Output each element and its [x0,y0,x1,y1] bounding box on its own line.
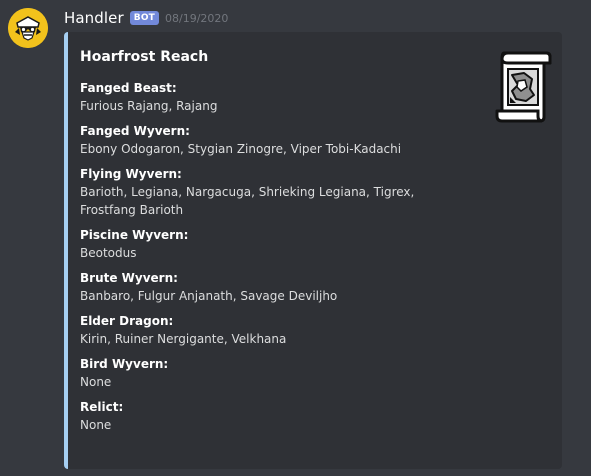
field-value: Furious Rajang, Rajang [80,99,218,113]
field-value: Beotodus [80,246,137,260]
field-value: None [80,375,112,389]
embed-field: Elder Dragon: Kirin, Ruiner Nergigante, … [80,312,480,348]
username[interactable]: Handler [64,9,124,27]
embed-title: Hoarfrost Reach [80,49,209,65]
embed-field: Relict: None [80,398,480,434]
field-value: Ebony Odogaron, Stygian Zinogre, Viper T… [80,142,402,156]
field-name: Elder Dragon: [80,314,174,328]
field-value: Banbaro, Fulgur Anjanath, Savage Deviljh… [80,289,338,303]
field-name: Flying Wyvern: [80,167,182,181]
embed-fields: Fanged Beast: Furious Rajang, Rajang Fan… [80,79,480,441]
region-map-icon[interactable] [494,47,552,127]
field-name: Fanged Beast: [80,81,177,95]
embed-field: Brute Wyvern: Banbaro, Fulgur Anjanath, … [80,269,480,305]
field-value: Barioth, Legiana, Nargacuga, Shrieking L… [80,185,415,217]
field-name: Relict: [80,400,124,414]
bot-badge: BOT [129,11,160,25]
field-name: Fanged Wyvern: [80,124,190,138]
embed-field: Fanged Wyvern: Ebony Odogaron, Stygian Z… [80,122,480,158]
embed-field: Flying Wyvern: Barioth, Legiana, Nargacu… [80,165,480,219]
timestamp[interactable]: 08/19/2020 [165,11,228,25]
field-name: Piscine Wyvern: [80,228,189,242]
embed-field: Piscine Wyvern: Beotodus [80,226,480,262]
message-header: Handler BOT 08/19/2020 [64,7,228,29]
handler-avatar-icon[interactable] [8,8,48,48]
field-name: Bird Wyvern: [80,357,169,371]
embed-field: Fanged Beast: Furious Rajang, Rajang [80,79,480,115]
field-name: Brute Wyvern: [80,271,178,285]
embed-card: Hoarfrost Reach Fanged Beast: Furious Ra… [64,32,562,469]
embed-field: Bird Wyvern: None [80,355,480,391]
chat-message: Handler BOT 08/19/2020 Hoarfrost Reach F… [0,0,591,476]
field-value: Kirin, Ruiner Nergigante, Velkhana [80,332,287,346]
field-value: None [80,418,112,432]
